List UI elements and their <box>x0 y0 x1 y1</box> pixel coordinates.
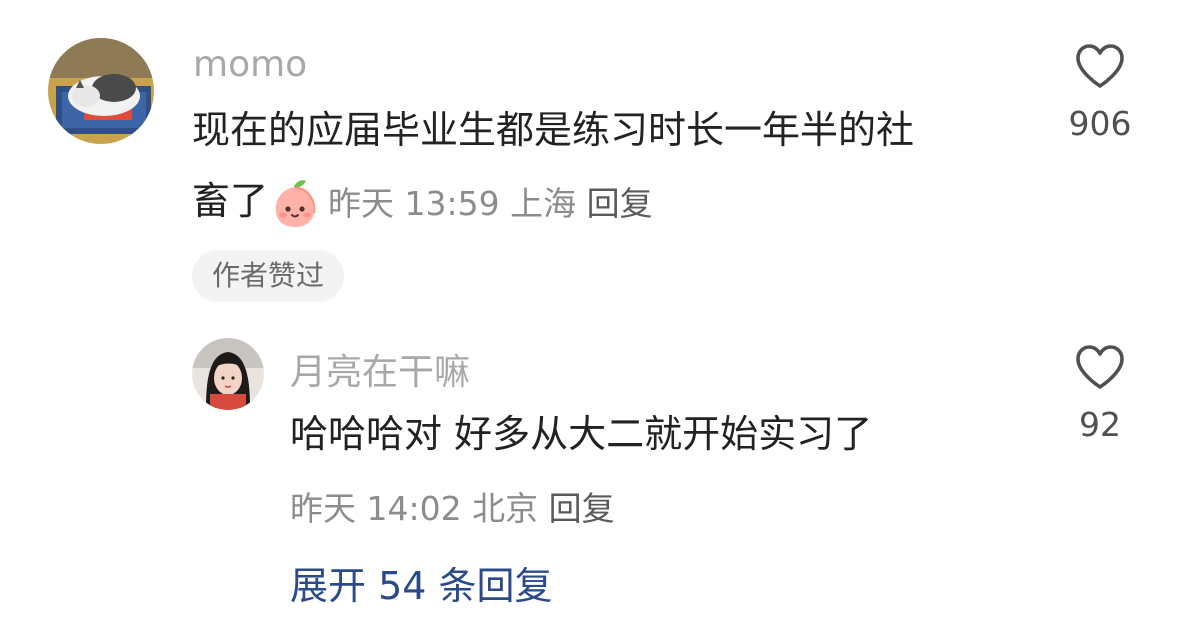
expand-replies-button[interactable]: 展开 54 条回复 <box>290 555 553 610</box>
cat-avatar-image <box>48 38 154 144</box>
comment-meta: 昨天 13:59 上海 回复 <box>328 184 653 223</box>
reply-like-count: 92 <box>1079 405 1121 444</box>
reply-button[interactable]: 回复 <box>587 184 653 223</box>
comment-time: 昨天 13:59 <box>328 183 500 223</box>
comment-text-line2-row: 畜了 昨天 13:59 上海 回复 <box>192 165 653 240</box>
avatar[interactable] <box>48 38 154 144</box>
reply-meta: 昨天 14:02 北京 回复 <box>290 482 615 530</box>
comment-like-count: 906 <box>1068 104 1132 143</box>
author-liked-badge: 作者赞过 <box>192 250 345 302</box>
comment-username[interactable]: momo <box>193 44 307 85</box>
reply-text: 哈哈哈对 好多从大二就开始实习了 <box>290 412 873 456</box>
reply-avatar[interactable] <box>192 338 264 410</box>
heart-icon[interactable] <box>1074 42 1126 90</box>
reply-time: 昨天 14:02 <box>290 489 462 528</box>
reply-like-button[interactable]: 92 <box>1040 343 1160 444</box>
reply-location: 北京 <box>472 489 539 528</box>
comment-location: 上海 <box>510 183 577 223</box>
girl-avatar-image <box>192 338 264 410</box>
peach-face-emoji-icon <box>270 179 320 229</box>
comment-like-button[interactable]: 906 <box>1040 42 1160 143</box>
reply-username[interactable]: 月亮在干嘛 <box>290 343 470 395</box>
comment-text-line1: 现在的应届毕业生都是练习时长一年半的社 <box>192 108 915 152</box>
comment-text-line2: 畜了 <box>192 179 269 223</box>
comment-thread: momo 现在的应届毕业生都是练习时长一年半的社 畜了 昨天 13:59 上海 … <box>0 0 1179 620</box>
heart-icon[interactable] <box>1074 343 1126 391</box>
reply-reply-button[interactable]: 回复 <box>549 489 615 528</box>
